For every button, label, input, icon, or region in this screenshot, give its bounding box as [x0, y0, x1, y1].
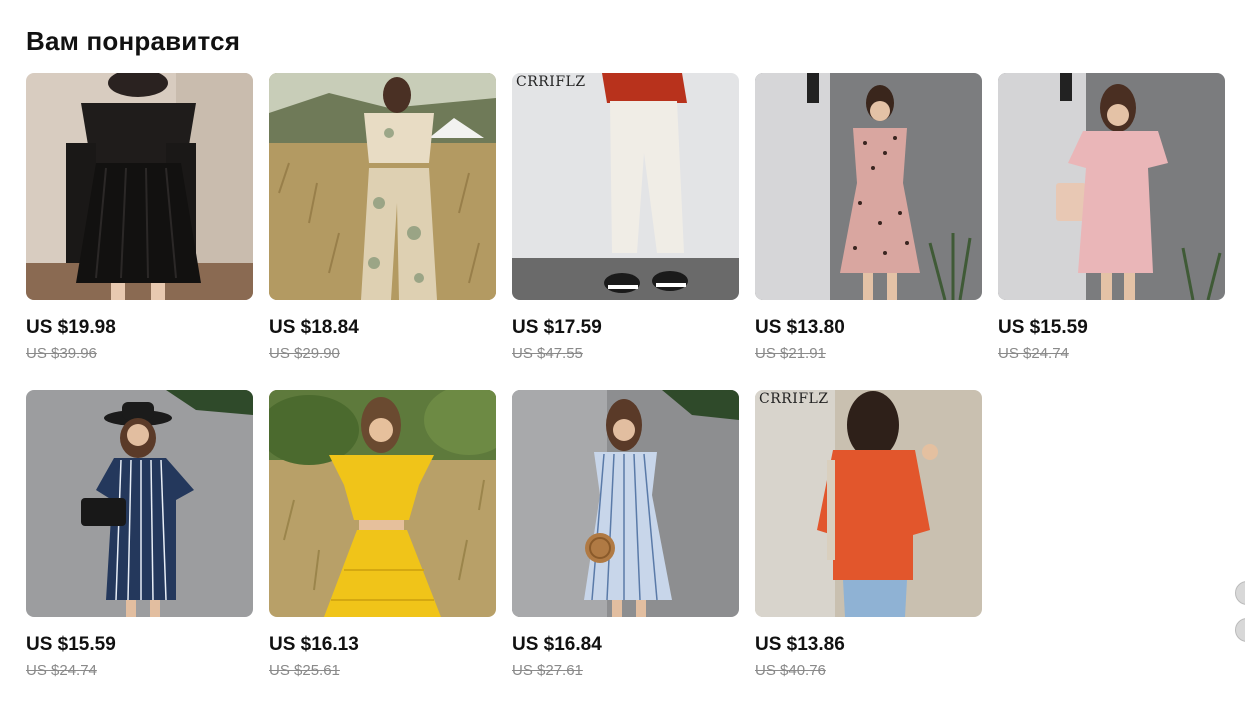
brand-watermark: CRRIFLZ: [516, 74, 586, 90]
scroll-down-button[interactable]: [1235, 618, 1245, 642]
product-old-price: US $40.76: [755, 662, 826, 679]
product-old-price: US $27.61: [512, 662, 583, 679]
product-old-price: US $29.90: [269, 345, 340, 362]
brand-watermark: CRRIFLZ: [759, 391, 829, 407]
product-image[interactable]: [998, 73, 1225, 300]
product-card[interactable]: US $15.59 US $24.74: [998, 73, 1225, 390]
product-card[interactable]: CRRIFLZ US $13.86 US $40.76: [755, 390, 982, 707]
product-image[interactable]: [755, 73, 982, 300]
product-price: US $13.80: [755, 317, 845, 338]
product-price: US $15.59: [998, 317, 1088, 338]
product-image[interactable]: CRRIFLZ: [755, 390, 982, 617]
product-price: US $16.84: [512, 634, 602, 655]
product-price: US $16.13: [269, 634, 359, 655]
product-image[interactable]: [512, 390, 739, 617]
scroll-up-button[interactable]: [1235, 581, 1245, 605]
product-price: US $18.84: [269, 317, 359, 338]
product-card[interactable]: US $19.98 US $39.96: [26, 73, 253, 390]
product-image[interactable]: [26, 73, 253, 300]
product-grid: US $19.98 US $39.96 US $18.84 US $29.90: [26, 73, 1225, 707]
product-image[interactable]: CRRIFLZ: [512, 73, 739, 300]
product-card[interactable]: US $16.13 US $25.61: [269, 390, 496, 707]
product-card[interactable]: US $15.59 US $24.74: [26, 390, 253, 707]
product-old-price: US $24.74: [998, 345, 1069, 362]
product-image[interactable]: [269, 390, 496, 617]
product-old-price: US $24.74: [26, 662, 97, 679]
product-price: US $19.98: [26, 317, 116, 338]
product-old-price: US $25.61: [269, 662, 340, 679]
product-card[interactable]: US $13.80 US $21.91: [755, 73, 982, 390]
product-card[interactable]: US $16.84 US $27.61: [512, 390, 739, 707]
product-price: US $17.59: [512, 317, 602, 338]
section-title: Вам понравится: [26, 26, 241, 56]
product-price: US $13.86: [755, 634, 845, 655]
product-old-price: US $47.55: [512, 345, 583, 362]
product-old-price: US $39.96: [26, 345, 97, 362]
product-card[interactable]: US $18.84 US $29.90: [269, 73, 496, 390]
product-price: US $15.59: [26, 634, 116, 655]
product-old-price: US $21.91: [755, 345, 826, 362]
product-card[interactable]: CRRIFLZ US $17.59 US $47.55: [512, 73, 739, 390]
product-image[interactable]: [269, 73, 496, 300]
product-image[interactable]: [26, 390, 253, 617]
